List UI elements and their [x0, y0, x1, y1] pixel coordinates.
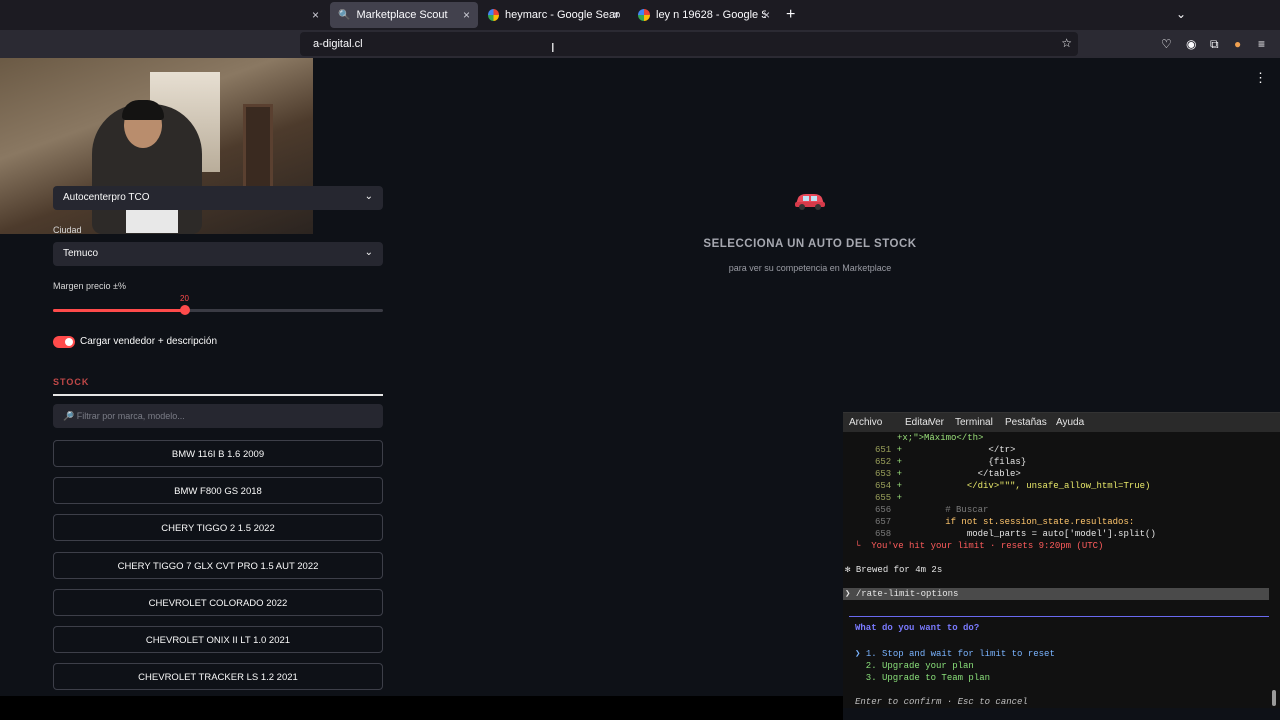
code-line: 656 # Buscar: [875, 505, 989, 515]
google-icon: [488, 9, 500, 21]
address-bar[interactable]: a-digital.cl ☆: [300, 32, 1078, 56]
filter-input[interactable]: 🔎 Filtrar por marca, modelo...: [53, 404, 383, 428]
margen-label: Margen precio ±%: [53, 281, 126, 291]
code-line: 658 model_parts = auto['model'].split(): [875, 529, 1156, 539]
code-line: 654 + </div>""", unsafe_allow_html=True): [875, 481, 1151, 491]
new-tab-button[interactable]: +: [786, 6, 795, 24]
chevron-down-icon: ⌄: [364, 247, 373, 258]
empty-state-title: SELECCIONA UN AUTO DEL STOCK: [703, 238, 917, 250]
car-button[interactable]: CHEVROLET ONIX II LT 1.0 2021: [53, 625, 383, 653]
car-list: BMW 116I B 1.6 2009 BMW F800 GS 2018 CHE…: [53, 440, 383, 700]
car-button[interactable]: CHERY TIGGO 7 GLX CVT PRO 1.5 AUT 2022: [53, 551, 383, 579]
tab-marketplace-scout[interactable]: 🔍 Marketplace Scout ×: [330, 2, 478, 28]
automotora-select[interactable]: Autocenterpro TCO ⌄: [53, 186, 383, 210]
kebab-menu-icon[interactable]: ⋮: [1254, 70, 1267, 86]
terminal-window: Archivo Editar Ver Terminal Pestañas Ayu…: [843, 412, 1280, 708]
option-upgrade-plan[interactable]: 2. Upgrade your plan: [855, 661, 974, 671]
command-text: ❯ /rate-limit-options: [845, 589, 959, 599]
google-icon: [638, 9, 650, 21]
car-button[interactable]: CHERY TIGGO 2 1.5 2022: [53, 514, 383, 542]
prompt-question: What do you want to do?: [855, 623, 980, 633]
slider-fill: [53, 309, 185, 312]
toggle-label: Cargar vendedor + descripción: [80, 336, 218, 347]
tab-bar: × 🔍 Marketplace Scout × heymarc - Google…: [0, 0, 1280, 30]
close-icon[interactable]: ×: [763, 8, 770, 22]
menu-pestanas[interactable]: Pestañas: [1005, 417, 1047, 428]
menu-terminal[interactable]: Terminal: [955, 417, 993, 428]
car-icon: [795, 194, 825, 210]
bookmark-star-icon[interactable]: ☆: [1061, 36, 1072, 50]
car-button[interactable]: CHEVROLET TRACKER LS 1.2 2021: [53, 663, 383, 691]
sidebar: Autocenterpro TCO ⌄ Ciudad Temuco ⌄ Marg…: [0, 58, 432, 696]
hamburger-menu-icon[interactable]: ≡: [1258, 37, 1265, 51]
prompt-hint: Enter to confirm · Esc to cancel: [855, 697, 1028, 707]
code-line: 651 + </tr>: [875, 445, 1016, 455]
option-stop-wait[interactable]: ❯ 1. Stop and wait for limit to reset: [855, 649, 1055, 659]
chevron-down-icon: ⌄: [364, 191, 373, 202]
extension-icon[interactable]: ●: [1234, 37, 1241, 51]
limit-message: └ You've hit your limit · resets 9:20pm …: [855, 541, 1104, 551]
close-icon[interactable]: ×: [613, 8, 620, 22]
extensions-icon[interactable]: ⧉: [1210, 37, 1219, 52]
ciudad-label: Ciudad: [53, 225, 82, 235]
code-line: +x;">Máximo</th>: [897, 433, 984, 443]
divider: [53, 394, 383, 396]
divider: [849, 616, 1269, 617]
car-button[interactable]: BMW 116I B 1.6 2009: [53, 440, 383, 467]
code-line: 653 + </table>: [875, 469, 1021, 479]
margen-value: 20: [180, 294, 189, 303]
car-button[interactable]: BMW F800 GS 2018: [53, 477, 383, 505]
car-button[interactable]: CHEVROLET COLORADO 2022: [53, 588, 383, 616]
close-icon[interactable]: ×: [463, 8, 470, 22]
empty-state-subtitle: para ver su competencia en Marketplace: [728, 263, 892, 273]
menu-ayuda[interactable]: Ayuda: [1056, 417, 1084, 428]
menu-ver[interactable]: Ver: [929, 417, 944, 428]
bottom-bar: [0, 696, 843, 720]
code-line: 655 +: [875, 493, 903, 503]
terminal-scrollbar[interactable]: [1272, 690, 1276, 706]
stock-title: STOCK: [53, 377, 90, 387]
account-icon[interactable]: ◉: [1186, 37, 1196, 51]
margen-slider[interactable]: [53, 305, 383, 315]
navigation-bar: a-digital.cl ☆ ♡ ◉ ⧉ ● ≡: [0, 30, 1280, 58]
cargar-vendedor-toggle[interactable]: [53, 336, 75, 348]
slider-thumb[interactable]: [180, 305, 190, 315]
search-icon: 🔍: [338, 9, 351, 21]
brewed-status: ✻ Brewed for 4m 2s: [845, 565, 943, 575]
menu-editar[interactable]: Editar: [905, 417, 931, 428]
menu-archivo[interactable]: Archivo: [849, 417, 882, 428]
tab-heymarc[interactable]: heymarc - Google Search ×: [480, 2, 628, 28]
text-cursor-icon: I: [551, 40, 555, 55]
chevron-down-icon[interactable]: ⌄: [1176, 7, 1186, 21]
pocket-icon[interactable]: ♡: [1161, 37, 1172, 51]
code-line: 657 if not st.session_state.resultados:: [875, 517, 1135, 527]
code-line: 652 + {filas}: [875, 457, 1027, 467]
terminal-menubar: Archivo Editar Ver Terminal Pestañas Ayu…: [843, 413, 1280, 432]
tab-ley[interactable]: ley n 19628 - Google Search ×: [630, 2, 778, 28]
ciudad-select[interactable]: Temuco ⌄: [53, 242, 383, 266]
option-team-plan[interactable]: 3. Upgrade to Team plan: [855, 673, 990, 683]
url-text[interactable]: a-digital.cl: [313, 38, 363, 50]
